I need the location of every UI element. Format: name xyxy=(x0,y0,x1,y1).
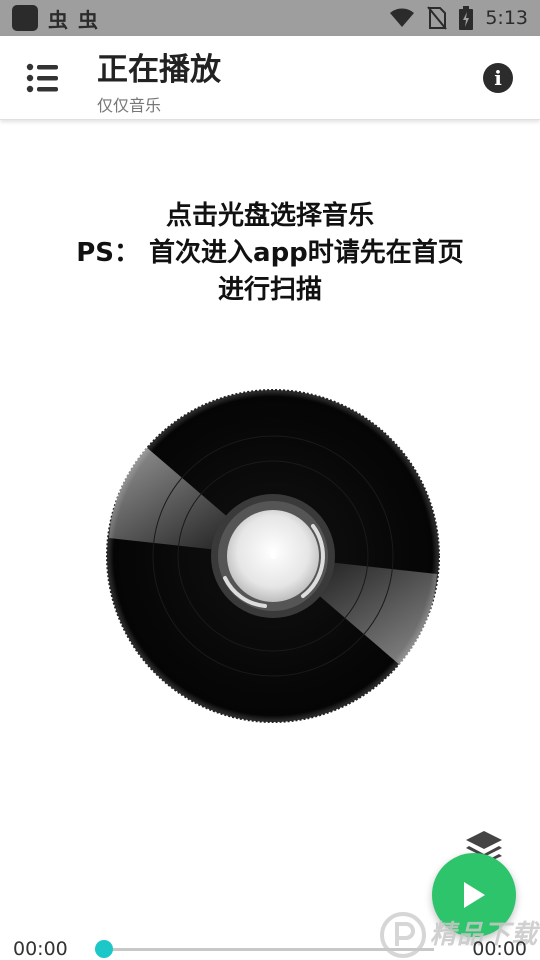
wifi-icon xyxy=(390,8,415,27)
instruction-line: PS： 首次进入app时请先在首页 xyxy=(76,238,464,268)
info-button[interactable]: i xyxy=(483,63,513,93)
elapsed-time: 00:00 xyxy=(13,938,68,960)
progress-row: 00:00 00:00 xyxy=(0,934,540,960)
instruction-line: 进行扫描 xyxy=(217,275,322,305)
total-time: 00:00 xyxy=(472,938,527,960)
status-right: 5:13 xyxy=(389,6,528,30)
instruction-line: 点击光盘选择音乐 xyxy=(165,201,374,231)
info-icon: i xyxy=(494,66,502,90)
app-toolbar: 正在播放 仅仅音乐 i xyxy=(0,36,540,120)
vinyl-disc-icon xyxy=(106,389,440,723)
vinyl-disc-button[interactable] xyxy=(105,388,441,724)
instructions-text: 点击光盘选择音乐 PS： 首次进入app时请先在首页 进行扫描 xyxy=(0,198,540,309)
notification-icon: 虫 xyxy=(78,7,98,32)
battery-icon xyxy=(459,6,474,30)
app-icon xyxy=(12,5,38,31)
play-icon xyxy=(464,882,485,908)
status-bar: 虫 虫 5:13 xyxy=(0,0,540,36)
seek-bar[interactable] xyxy=(104,948,434,951)
status-time: 5:13 xyxy=(485,7,528,29)
page-title: 正在播放 xyxy=(97,52,221,88)
list-menu-icon xyxy=(26,63,58,93)
menu-button[interactable] xyxy=(26,62,60,94)
notification-icon: 虫 xyxy=(48,7,68,32)
page-subtitle: 仅仅音乐 xyxy=(97,96,162,115)
seek-thumb[interactable] xyxy=(95,940,113,958)
no-sim-icon xyxy=(427,6,448,30)
status-left: 虫 虫 xyxy=(12,4,98,33)
